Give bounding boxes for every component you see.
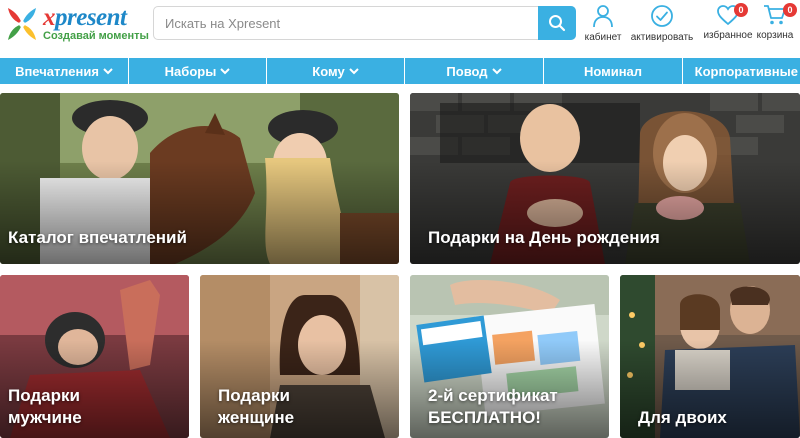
tile-birthday-gifts[interactable]: Подарки на День рождения xyxy=(410,93,800,264)
nav-item-label: Повод xyxy=(446,63,488,79)
nav-item-label: Впечатления xyxy=(15,63,99,79)
tile-title: Подарки мужчине xyxy=(8,385,82,429)
activate-label: активировать xyxy=(630,32,694,43)
search-box xyxy=(153,6,576,40)
nav-item-label: Корпоративные xyxy=(694,63,798,79)
site-header: xpresent Создавай моменты кабинет активи… xyxy=(0,0,800,57)
tile-title: Подарки на День рождения xyxy=(428,228,660,247)
tile-title: Каталог впечатлений xyxy=(8,228,187,247)
tile-title: Подарки женщине xyxy=(218,385,294,429)
main-nav: Впечатления Наборы Кому Повод Номинал Ко… xyxy=(0,58,800,84)
logo-wordmark: xpresent xyxy=(43,4,127,31)
user-icon xyxy=(593,5,613,28)
chevron-down-icon xyxy=(220,67,231,74)
cart-button[interactable]: 0 корзина xyxy=(747,3,800,44)
nav-item-occasion[interactable]: Повод xyxy=(405,58,544,84)
cart-label: корзина xyxy=(756,30,794,41)
logo-slogan: Создавай моменты xyxy=(43,30,149,42)
tile-title: 2-й сертификат БЕСПЛАТНО! xyxy=(428,385,558,429)
tile-experience-catalog[interactable]: Каталог впечатлений xyxy=(0,93,399,264)
logo[interactable]: xpresent Создавай моменты xyxy=(2,4,149,44)
tile-gifts-for-men[interactable]: Подарки мужчине xyxy=(0,275,189,438)
search-icon xyxy=(549,15,566,32)
tile-title-line: мужчине xyxy=(8,408,82,427)
tile-title-line: женщине xyxy=(218,408,295,427)
cart-count-badge: 0 xyxy=(783,3,797,17)
nav-item-denomination[interactable]: Номинал xyxy=(544,58,683,84)
tile-for-two[interactable]: Для двоих xyxy=(620,275,800,438)
chevron-down-icon xyxy=(348,67,359,74)
logo-mark-icon xyxy=(8,8,36,40)
nav-item-label: Кому xyxy=(312,63,345,79)
nav-item-sets[interactable]: Наборы xyxy=(129,58,267,84)
nav-item-label: Номинал xyxy=(583,63,643,79)
tile-gifts-for-women[interactable]: Подарки женщине xyxy=(200,275,399,438)
tile-second-certificate-free[interactable]: 2-й сертификат БЕСПЛАТНО! xyxy=(410,275,609,438)
tile-title-line: Подарки xyxy=(218,386,290,405)
nav-item-experiences[interactable]: Впечатления xyxy=(0,58,129,84)
tile-title-line: 2-й сертификат xyxy=(428,386,558,405)
tile-title-line: Подарки xyxy=(8,386,80,405)
nav-item-corporate[interactable]: Корпоративные xyxy=(683,58,800,84)
favorites-count-badge: 0 xyxy=(734,3,748,17)
chevron-down-icon xyxy=(103,67,113,74)
tile-title: Для двоих xyxy=(638,408,727,427)
check-circle-icon xyxy=(651,5,673,27)
nav-item-label: Наборы xyxy=(164,63,217,79)
nav-item-recipient[interactable]: Кому xyxy=(267,58,405,84)
chevron-down-icon xyxy=(491,67,502,74)
tile-title-line: БЕСПЛАТНО! xyxy=(428,408,541,427)
search-input[interactable] xyxy=(154,7,538,39)
activate-button[interactable]: активировать xyxy=(627,4,697,44)
